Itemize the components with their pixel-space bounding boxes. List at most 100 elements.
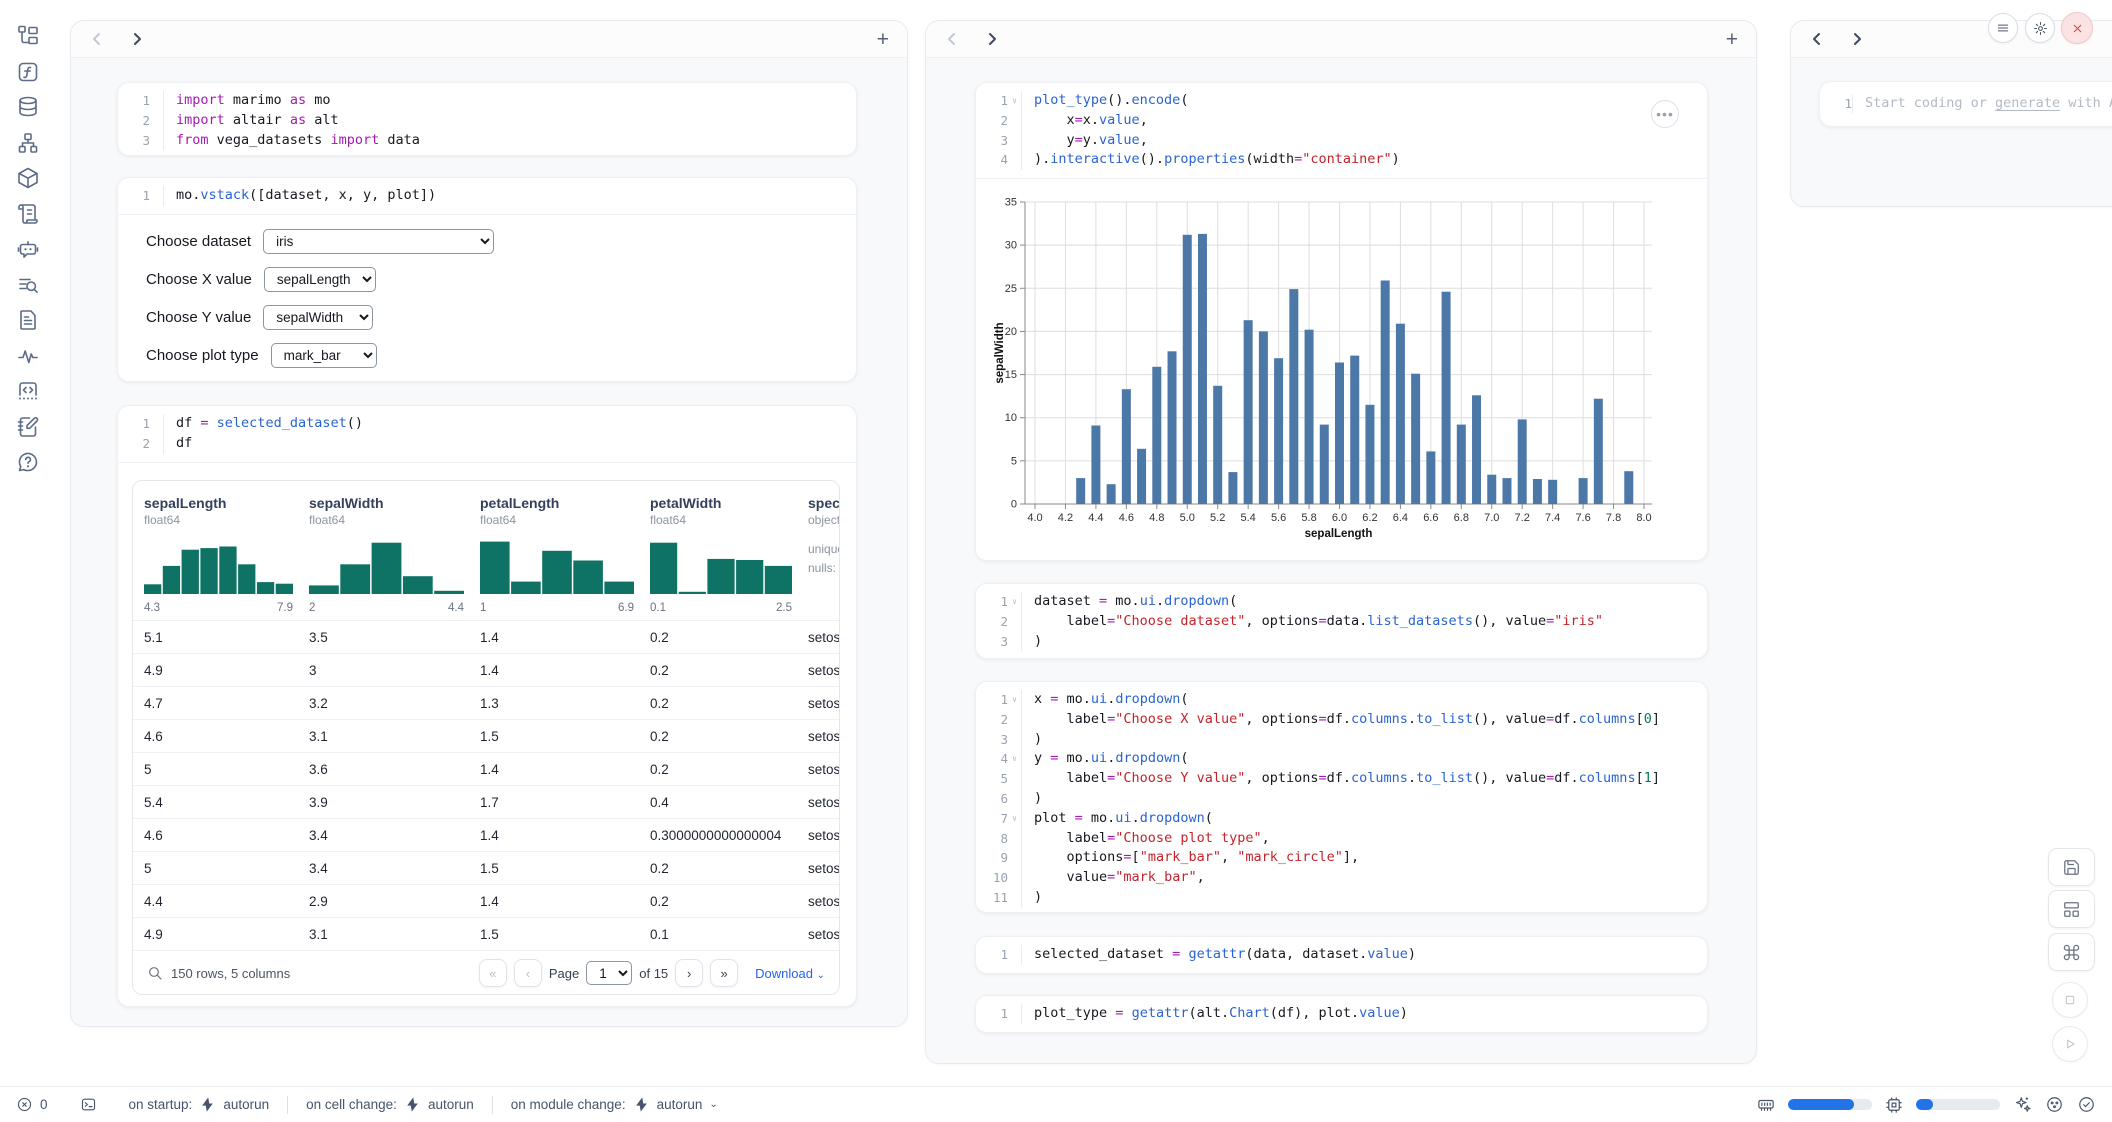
column-2-header: + [926,21,1756,58]
code-editor-dataset[interactable]: 1∨dataset = mo.ui.dropdown(2 label="Choo… [976,584,1707,659]
helper-sidebar [0,0,56,1086]
choose-x-value-dropdown[interactable]: sepalLength [264,267,376,292]
column-header[interactable]: species [808,495,839,511]
shutdown-button[interactable] [2061,12,2093,44]
code-editor-imports[interactable]: 1import marimo as mo2import altair as al… [118,83,856,156]
on-startup-setting[interactable]: on startup: autorun [129,1096,270,1113]
ai-sparkles-icon[interactable] [2013,1095,2032,1114]
column-header[interactable]: petalLength [480,495,650,511]
layout-button[interactable] [2048,890,2095,928]
table-cell: 0.3000000000000004 [650,828,808,843]
snippets-icon[interactable] [16,273,40,297]
svg-text:6.2: 6.2 [1362,512,1377,524]
empty-cell-editor[interactable]: 1Start coding or generate with AI [1820,82,2112,126]
package-manager-icon[interactable] [2045,1095,2064,1114]
svg-text:4.4: 4.4 [1088,512,1103,524]
add-cell-icon[interactable]: + [877,29,889,50]
column-prev-icon[interactable] [1809,31,1825,47]
table-cell: 1.4 [480,828,650,843]
column-range: 24.4 [309,602,464,614]
control-row: Choose plot typemark_bar [118,337,856,375]
code-editor-vstack[interactable]: 1mo.vstack([dataset, x, y, plot]) [118,178,856,214]
ai-chat-icon[interactable] [16,237,40,261]
add-cell-icon[interactable]: + [1726,29,1738,50]
notebook-menu-button[interactable] [1988,13,2018,43]
table-cell: 5 [144,861,309,876]
cell-xyplot-dropdowns: 1∨x = mo.ui.dropdown(2 label="Choose X v… [975,681,1708,913]
table-cell: 3.1 [309,729,480,744]
help-icon[interactable] [16,450,40,474]
column-range: 0.12.5 [650,602,792,614]
generate-with-ai-link[interactable]: generate [1995,95,2060,111]
connection-status-icon[interactable] [2077,1095,2096,1114]
column-histogram [650,540,808,599]
stop-kernel-button[interactable] [2052,982,2088,1018]
table-cell: 1.7 [480,795,650,810]
code-editor-selected-dataset[interactable]: 1selected_dataset = getattr(data, datase… [976,937,1707,973]
choose-dataset-dropdown[interactable]: iris [263,229,494,254]
last-page-button[interactable]: » [710,959,738,987]
column-dtype: float64 [144,513,309,527]
choose-y-value-dropdown[interactable]: sepalWidth [263,305,373,330]
svg-text:sepalLength: sepalLength [1305,528,1373,540]
separator [492,1096,493,1114]
cell-plot-type: 1plot_type = getattr(alt.Chart(df), plot… [975,995,1708,1033]
first-page-button[interactable]: « [479,959,507,987]
terminal-button[interactable] [80,1096,97,1113]
column-header[interactable]: sepalLength [144,495,309,511]
table-cell: setosa [808,894,839,909]
column-next-icon[interactable] [984,31,1000,47]
column-next-icon[interactable] [129,31,145,47]
table-row: 5.43.91.70.4setosa [133,785,839,818]
table-cell: 3.9 [309,795,480,810]
next-page-button[interactable]: › [675,959,703,987]
svg-text:5: 5 [1011,455,1017,467]
altair-bar-chart[interactable]: 4.04.24.44.64.85.05.25.45.65.86.06.26.46… [976,180,1707,560]
download-button[interactable]: Download ⌄ [755,966,825,981]
separator [287,1096,288,1114]
run-all-button[interactable] [2052,1026,2088,1062]
file-tree-icon[interactable] [16,24,40,48]
column-prev-icon[interactable] [944,31,960,47]
chart-options-icon[interactable]: ••• [1651,100,1679,128]
command-icon [2062,943,2081,962]
table-footer: 150 rows, 5 columns « ‹ Page 1 of 15 › »… [133,950,839,995]
column-next-icon[interactable] [1849,31,1865,47]
column-header[interactable]: petalWidth [650,495,808,511]
svg-text:7.2: 7.2 [1515,512,1530,524]
on-cell-change-setting[interactable]: on cell change: autorun [306,1096,474,1113]
on-module-change-setting[interactable]: on module change: autorun ⌄ [511,1096,718,1113]
scratchpad-icon[interactable] [16,379,40,403]
packages-icon[interactable] [16,166,40,190]
settings-button[interactable] [2025,13,2055,43]
datasources-icon[interactable] [16,95,40,119]
hamburger-icon [1996,21,2010,35]
column-range: 16.9 [480,602,634,614]
column-header[interactable]: sepalWidth [309,495,480,511]
page-select[interactable]: 1 [586,961,632,985]
logs-icon[interactable] [16,202,40,226]
save-button[interactable] [2048,848,2095,886]
annotate-icon[interactable] [16,415,40,439]
code-editor-plot-type[interactable]: 1plot_type = getattr(alt.Chart(df), plot… [976,996,1707,1032]
prev-page-button[interactable]: ‹ [514,959,542,987]
table-row: 4.931.40.2setosa [133,653,839,686]
documentation-icon[interactable] [16,308,40,332]
choose-plot-type-dropdown[interactable]: mark_bar [271,343,377,368]
column-1-header: + [71,21,907,58]
column-prev-icon[interactable] [89,31,105,47]
code-editor-dataframe[interactable]: 1df = selected_dataset()2df [118,406,856,462]
functions-icon[interactable] [16,60,40,84]
errors-indicator[interactable]: 0 [16,1096,48,1113]
code-editor-xyplot[interactable]: 1∨x = mo.ui.dropdown(2 label="Choose X v… [976,682,1707,913]
search-icon[interactable] [147,965,163,981]
table-cell: 3.4 [309,861,480,876]
lightning-icon [404,1096,421,1113]
code-editor-plot[interactable]: 1∨plot_type().encode(2 x=x.value,3 y=y.v… [976,83,1707,178]
table-cell: 4.9 [144,927,309,942]
table-cell: 1.4 [480,663,650,678]
tracing-icon[interactable] [16,344,40,368]
keyboard-shortcuts-button[interactable] [2048,933,2095,971]
table-cell: 0.2 [650,894,808,909]
dependency-graph-icon[interactable] [16,131,40,155]
